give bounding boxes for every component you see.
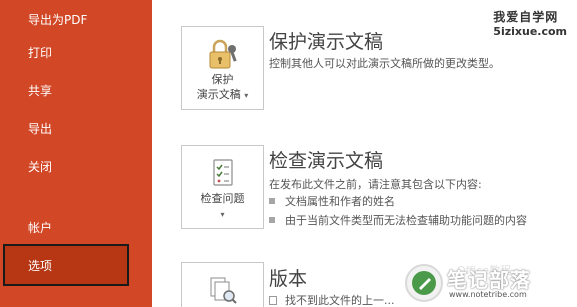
lock-key-icon [205, 38, 241, 72]
inspect-bullet-text: 由于当前文件类型而无法检查辅助功能问题的内容 [285, 214, 527, 227]
versions-title: 版本 [269, 268, 308, 290]
watermark-site-name: 我爱自学网 [493, 10, 559, 24]
protect-title: 保护演示文稿 [269, 31, 384, 53]
versions-line: 找不到此文件的上一... [269, 292, 395, 307]
inspect-description: 在发布此文件之前，请注意其包含以下内容: [269, 178, 482, 191]
sidebar-item-label: 关闭 [28, 159, 53, 174]
inspect-title: 检查演示文稿 [269, 150, 384, 172]
sidebar-item-account[interactable]: 帐户 [0, 208, 152, 246]
protect-button-line2: 演示文稿 [196, 88, 241, 101]
watermark-brand: 笔记部落 [447, 268, 531, 292]
inspect-bullet-text: 文档属性和作者的姓名 [285, 195, 395, 208]
protect-description: 控制其他人可以对此演示文稿所做的更改类型。 [269, 57, 500, 70]
versions-description: 找不到此文件的上一... [285, 294, 395, 307]
sidebar-item-label: 导出为PDF [28, 12, 88, 27]
info-icon [269, 295, 277, 305]
bullet-icon [269, 198, 275, 204]
sidebar-item-close[interactable]: 关闭 [0, 147, 152, 185]
sidebar-item-label: 选项 [28, 258, 53, 273]
sidebar-item-label: 导出 [28, 121, 53, 136]
sidebar-item-export[interactable]: 导出 [0, 109, 152, 147]
backstage-sidebar: 导出为PDF 打印 共享 导出 关闭 帐户 选项 [0, 0, 152, 307]
sidebar-item-share[interactable]: 共享 [0, 71, 152, 109]
protect-button-line1: 保护 [211, 73, 234, 86]
sidebar-item-options[interactable]: 选项 [3, 244, 129, 286]
check-for-issues-label: 检查问题 [200, 192, 245, 205]
checklist-icon [205, 157, 241, 191]
brand-logo-icon [405, 264, 443, 302]
watermark-brand-url: www.notetribe.com [449, 290, 527, 299]
chevron-down-icon: ▾ [244, 91, 249, 100]
brand-watermark: Office教程 笔记部落 www.notetribe.com [405, 264, 575, 305]
watermark-site-url: 5izixue.com [493, 25, 567, 38]
sidebar-item-label: 共享 [28, 83, 53, 98]
document-magnifier-icon [205, 274, 241, 307]
protect-presentation-button[interactable]: 保护 演示文稿 ▾ [181, 26, 264, 110]
site-watermark: 我爱自学网 5izixue.com [493, 8, 567, 38]
sidebar-item-label: 打印 [28, 45, 53, 60]
inspect-bullet: 文档属性和作者的姓名 [269, 193, 395, 209]
sidebar-item-label: 帐户 [28, 220, 53, 235]
bullet-icon [269, 217, 275, 223]
manage-versions-button[interactable] [181, 262, 264, 307]
check-for-issues-button[interactable]: 检查问题 ▾ [181, 145, 264, 229]
chevron-down-icon: ▾ [220, 210, 225, 219]
info-panel: 保护 演示文稿 ▾ 保护演示文稿 控制其他人可以对此演示文稿所做的更改类型。 检… [152, 0, 577, 307]
sidebar-item-print[interactable]: 打印 [0, 33, 152, 71]
inspect-bullet: 由于当前文件类型而无法检查辅助功能问题的内容 [269, 212, 527, 228]
